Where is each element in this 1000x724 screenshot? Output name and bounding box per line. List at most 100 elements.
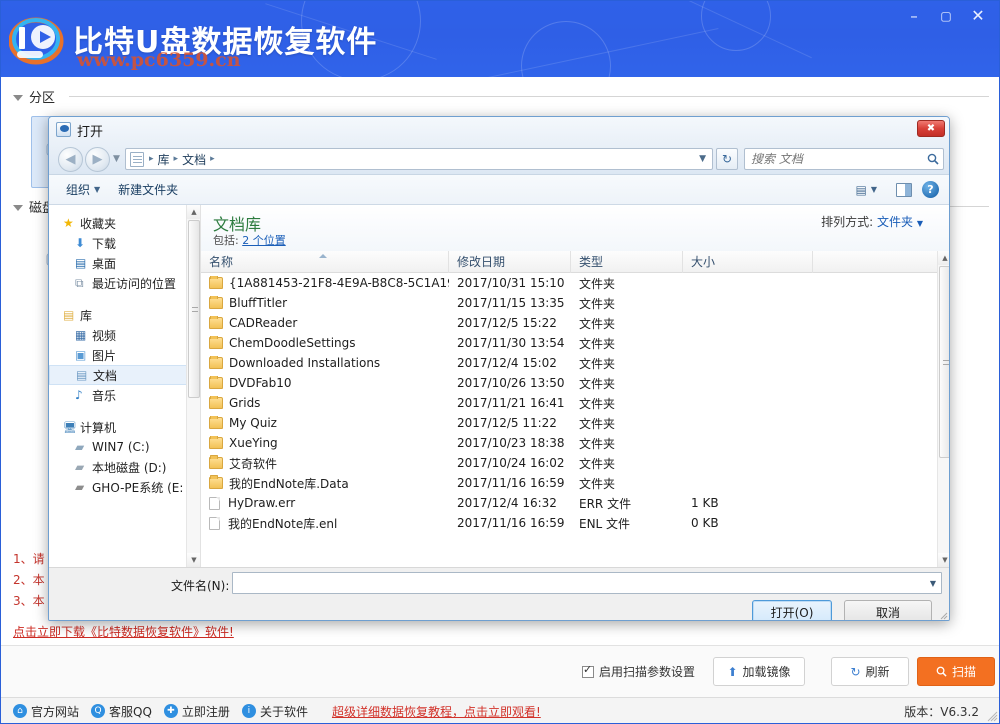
dialog-chrome: 打开 ✖ ◀ ▶ ▼ ▸ 库 ▸ 文档 ▸ ▼ ↻: [49, 117, 949, 175]
sidebar-item-drive-e[interactable]: ▰ GHO-PE系统 (E:: [49, 477, 200, 497]
sidebar-item-drive-d[interactable]: ▰ 本地磁盘 (D:): [49, 457, 200, 477]
file-list-scrollbar[interactable]: ▲ ▼: [937, 251, 949, 567]
sidebar-item-pictures[interactable]: ▣ 图片: [49, 345, 200, 365]
document-icon: ▤: [76, 368, 88, 382]
table-row[interactable]: My Quiz 2017/12/5 11:22 文件夹: [201, 413, 937, 433]
table-row[interactable]: 我的EndNote库.Data 2017/11/16 16:59 文件夹: [201, 473, 937, 493]
column-header-date[interactable]: 修改日期: [449, 250, 571, 273]
arrange-by-value[interactable]: 文件夹: [877, 215, 913, 229]
search-box[interactable]: [744, 148, 944, 170]
checkbox-box: [581, 663, 594, 678]
preview-pane-icon[interactable]: [896, 182, 912, 197]
forward-button[interactable]: ▶: [85, 146, 110, 172]
refresh-icon[interactable]: ↻: [716, 148, 738, 170]
filename-input[interactable]: [233, 575, 925, 591]
table-row[interactable]: Grids 2017/11/21 16:41 文件夹: [201, 393, 937, 413]
scroll-up-arrow[interactable]: ▲: [938, 251, 949, 265]
scan-params-checkbox[interactable]: 启用扫描参数设置: [581, 663, 695, 680]
chevron-down-icon[interactable]: ▼: [925, 579, 941, 588]
close-button[interactable]: ✕: [961, 1, 995, 31]
file-name-label: DVDFab10: [229, 376, 292, 390]
chevron-down-icon: ▼: [916, 219, 923, 228]
file-size-cell: 1 KB: [691, 496, 719, 510]
scrollbar-thumb[interactable]: [939, 266, 949, 458]
status-link-register[interactable]: ✚ 立即注册: [163, 703, 230, 720]
filename-combobox[interactable]: ▼: [232, 572, 942, 594]
status-link-about[interactable]: i 关于软件: [241, 703, 308, 720]
back-button[interactable]: ◀: [58, 146, 83, 172]
table-row[interactable]: 艾奇软件 2017/10/24 16:02 文件夹: [201, 453, 937, 473]
sidebar-item-documents[interactable]: ▤ 文档: [49, 365, 200, 385]
sidebar-item-desktop[interactable]: ▤ 桌面: [49, 253, 200, 273]
cancel-button[interactable]: 取消: [844, 600, 932, 620]
status-link-qq[interactable]: Q 客服QQ: [91, 703, 152, 720]
qq-icon: Q: [91, 704, 106, 718]
refresh-button[interactable]: ↻ 刷新: [831, 657, 909, 686]
column-header-size[interactable]: 大小: [683, 250, 813, 273]
dialog-close-button[interactable]: ✖: [917, 120, 945, 137]
app-title-bar: 比特U盘数据恢复软件 www.pc6359.cn – ▢ ✕: [1, 1, 999, 77]
change-view-button[interactable]: ▤ ▼: [847, 183, 887, 197]
navigation-pane-scrollbar[interactable]: ▲ ▼: [186, 205, 200, 567]
section-header[interactable]: 分区: [13, 87, 989, 106]
table-row[interactable]: XueYing 2017/10/23 18:38 文件夹: [201, 433, 937, 453]
arrange-by-control[interactable]: 排列方式: 文件夹 ▼: [821, 213, 923, 230]
file-list[interactable]: {1A881453-21F8-4E9A-B8C8-5C1A19... 2017/1…: [201, 273, 937, 567]
dialog-resize-grip-icon[interactable]: [937, 609, 948, 620]
open-button[interactable]: 打开(O): [752, 600, 832, 620]
search-input[interactable]: [749, 151, 927, 167]
tutorial-link[interactable]: 超级详细数据恢复教程，点击立即观看!: [332, 703, 541, 720]
breadcrumb[interactable]: ▸ 库 ▸ 文档 ▸ ▼: [125, 148, 713, 170]
column-header-type[interactable]: 类型: [571, 250, 683, 273]
recent-pages-dropdown[interactable]: ▼: [110, 154, 123, 164]
breadcrumb-item-documents[interactable]: 文档: [179, 151, 209, 168]
load-image-button[interactable]: ⬆ 加载镜像: [713, 657, 805, 686]
file-date-cell: 2017/12/4 15:02: [457, 356, 557, 370]
filename-label: 文件名(N):: [171, 579, 230, 593]
file-date-cell: 2017/10/31 15:10: [457, 276, 565, 290]
organize-menu[interactable]: 组织 ▼: [57, 181, 109, 198]
sidebar-item-music[interactable]: ♪ 音乐: [49, 385, 200, 405]
nav-group-computer[interactable]: 🖥 计算机: [49, 417, 200, 437]
breadcrumb-dropdown-icon[interactable]: ▼: [699, 154, 708, 164]
maximize-button[interactable]: ▢: [929, 1, 963, 31]
section-label: 分区: [29, 91, 56, 106]
scroll-down-arrow[interactable]: ▼: [187, 553, 200, 567]
table-row[interactable]: HyDraw.err 2017/12/4 16:32 ERR 文件 1 KB: [201, 493, 937, 513]
file-name-label: My Quiz: [229, 416, 277, 430]
column-header-name[interactable]: 名称: [201, 250, 449, 273]
scroll-down-arrow[interactable]: ▼: [938, 553, 949, 567]
table-row[interactable]: ChemDoodleSettings 2017/11/30 13:54 文件夹: [201, 333, 937, 353]
dialog-app-icon: [56, 122, 71, 137]
scan-button[interactable]: 扫描: [917, 657, 995, 686]
sidebar-item-videos[interactable]: ▦ 视频: [49, 325, 200, 345]
scrollbar-thumb[interactable]: [188, 220, 200, 398]
sidebar-item-drive-c[interactable]: ▰ WIN7 (C:): [49, 437, 200, 457]
nav-group-favorites[interactable]: ★ 收藏夹: [49, 213, 200, 233]
computer-icon: 🖥: [63, 420, 77, 434]
download-link[interactable]: 点击立即下载《比特数据恢复软件》软件!: [13, 623, 234, 640]
table-row[interactable]: BluffTitler 2017/11/15 13:35 文件夹: [201, 293, 937, 313]
breadcrumb-item-library[interactable]: 库: [155, 151, 173, 168]
table-row[interactable]: DVDFab10 2017/10/26 13:50 文件夹: [201, 373, 937, 393]
library-locations-link[interactable]: 2 个位置: [242, 234, 286, 247]
sidebar-item-recent-places[interactable]: ⧉ 最近访问的位置: [49, 273, 200, 293]
sidebar-item-downloads[interactable]: ⬇ 下载: [49, 233, 200, 253]
chevron-down-icon: ▼: [94, 185, 101, 194]
table-row[interactable]: {1A881453-21F8-4E9A-B8C8-5C1A19... 2017/1…: [201, 273, 937, 293]
dialog-title-bar: 打开 ✖: [49, 117, 949, 143]
table-row[interactable]: Downloaded Installations 2017/12/4 15:02 文…: [201, 353, 937, 373]
table-row[interactable]: CADReader 2017/12/5 15:22 文件夹: [201, 313, 937, 333]
new-folder-button[interactable]: 新建文件夹: [109, 181, 187, 198]
help-icon[interactable]: ?: [922, 181, 939, 198]
status-link-website[interactable]: ⌂ 官方网站: [13, 703, 79, 720]
file-type-cell: ERR 文件: [579, 496, 632, 511]
column-header-blank[interactable]: [813, 251, 937, 273]
resize-grip-icon[interactable]: [986, 710, 998, 722]
file-date-cell: 2017/11/30 13:54: [457, 336, 565, 350]
table-row[interactable]: 我的EndNote库.enl 2017/11/16 16:59 ENL 文件 0 KB: [201, 513, 937, 533]
nav-group-libraries[interactable]: ▤ 库: [49, 305, 200, 325]
library-icon: ▤: [63, 308, 75, 322]
minimize-button[interactable]: –: [897, 1, 931, 31]
scroll-up-arrow[interactable]: ▲: [187, 205, 200, 219]
